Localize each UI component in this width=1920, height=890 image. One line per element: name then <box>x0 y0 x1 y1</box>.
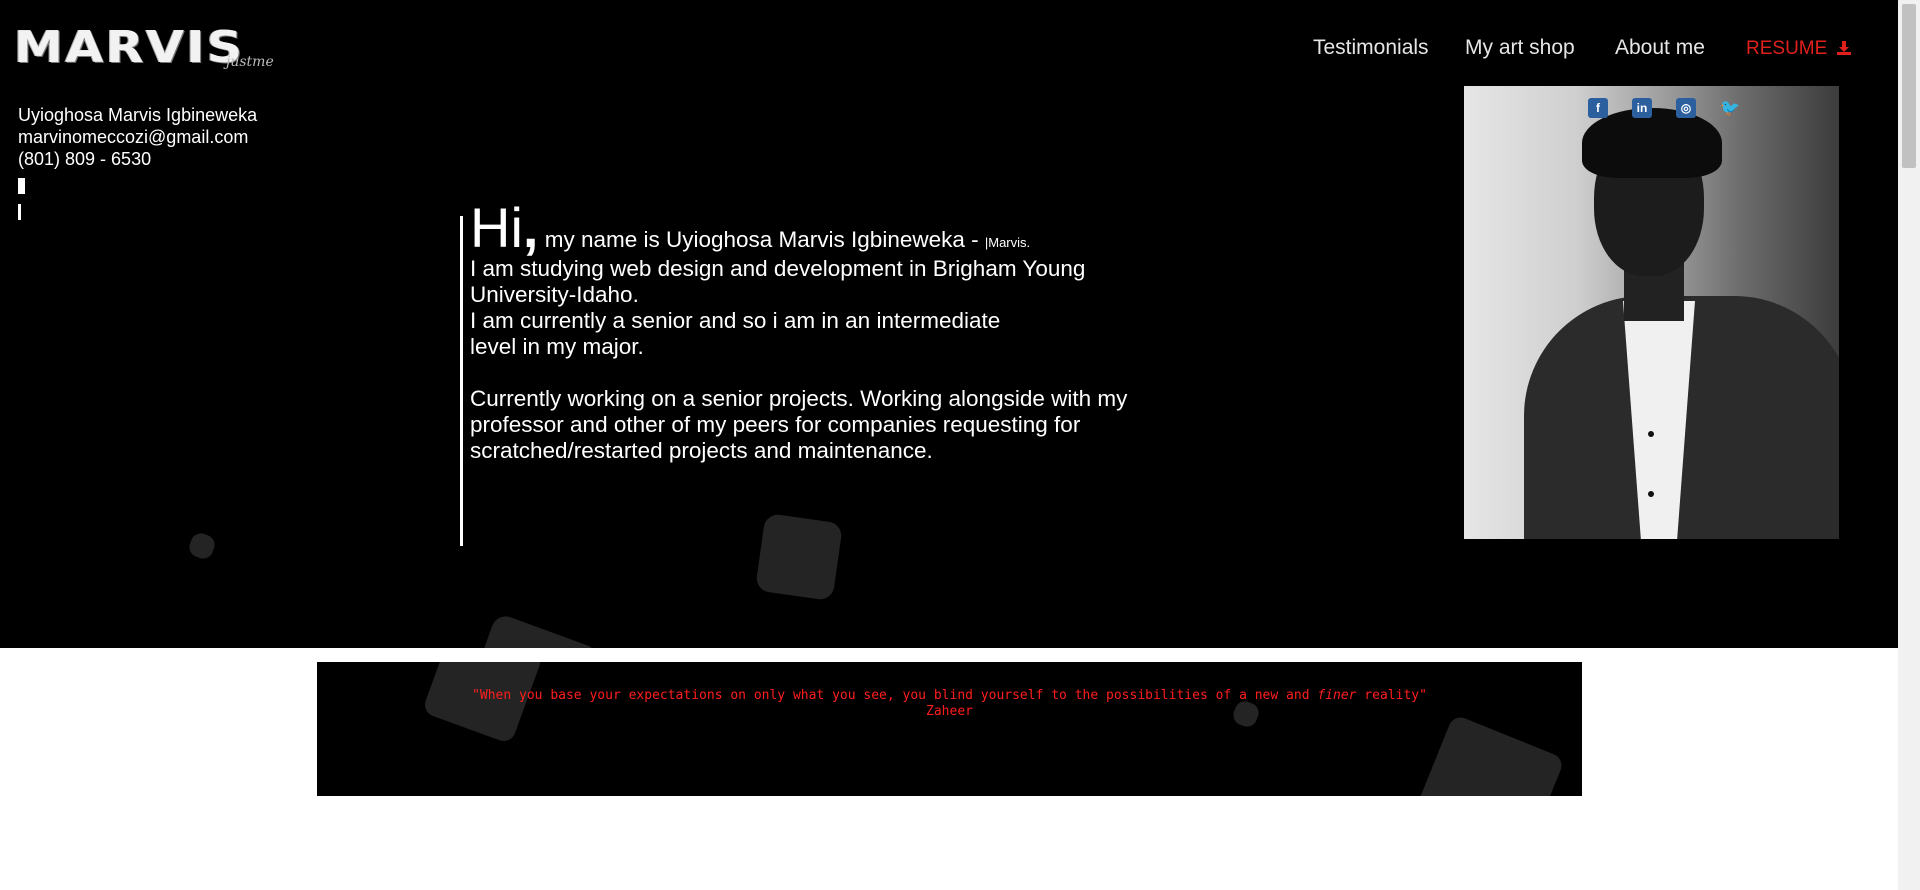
contact-info: Uyioghosa Marvis Igbineweka marvinomecco… <box>18 104 257 220</box>
decorative-shape <box>459 612 601 648</box>
scrollbar-thumb[interactable] <box>1902 4 1916 168</box>
photo-hair <box>1582 108 1722 178</box>
intro-line: I am studying web design and development… <box>470 256 1086 281</box>
profile-photo: f in ◎ 🐦 <box>1464 86 1839 539</box>
quote-section: "When you base your expectations on only… <box>317 662 1582 796</box>
main-nav: Testimonials My art shop About me RESUME <box>0 36 1898 66</box>
nav-about-me[interactable]: About me <box>1615 36 1705 60</box>
quote-author: Zaheer <box>926 704 973 719</box>
photo-stud <box>1648 431 1654 437</box>
contact-phone[interactable]: (801) 809 - 6530 <box>18 148 257 170</box>
download-icon <box>1836 41 1851 55</box>
intro-greeting: Hi, my name is Uyioghosa Marvis Igbinewe… <box>470 200 1210 256</box>
linkedin-icon[interactable]: in <box>1632 98 1652 118</box>
intro-line: level in my major. <box>470 334 644 359</box>
social-links: f in ◎ 🐦 <box>1588 98 1740 118</box>
intro-line: University-Idaho. <box>470 282 639 307</box>
quote-text: "When you base your expectations on only… <box>317 688 1582 720</box>
intro-line: I am currently a senior and so i am in a… <box>470 308 1001 333</box>
decorative-shape <box>186 530 218 562</box>
intro-line: professor and other of my peers for comp… <box>470 412 1081 437</box>
greeting-name: my name is Uyioghosa Marvis Igbineweka - <box>538 227 985 252</box>
instagram-icon[interactable]: ◎ <box>1676 98 1696 118</box>
intro-line: Currently working on a senior projects. … <box>470 386 1128 411</box>
contact-divider <box>18 178 25 194</box>
twitter-icon[interactable]: 🐦 <box>1720 98 1740 118</box>
nav-art-shop[interactable]: My art shop <box>1465 36 1575 60</box>
facebook-icon[interactable]: f <box>1588 98 1608 118</box>
greeting-comma: , <box>522 196 539 259</box>
contact-name: Uyioghosa Marvis Igbineweka <box>18 105 258 125</box>
quote-end: reality" <box>1356 688 1427 703</box>
decorative-shape <box>1408 713 1566 796</box>
page-scrollbar[interactable] <box>1898 0 1920 890</box>
intro-line: scratched/restarted projects and mainten… <box>470 438 933 463</box>
quote-emphasis: finer <box>1317 688 1357 703</box>
intro-text: Hi, my name is Uyioghosa Marvis Igbinewe… <box>470 200 1210 464</box>
photo-stud <box>1648 491 1654 497</box>
hero-section: MARVIS justme Uyioghosa Marvis Igbinewek… <box>0 0 1898 648</box>
quote-body: "When you base your expectations on only… <box>472 688 1318 703</box>
intro-accent-line <box>460 216 463 546</box>
greeting-nickname: |Marvis. <box>984 235 1031 250</box>
nav-testimonials[interactable]: Testimonials <box>1313 36 1429 60</box>
greeting-hi: Hi <box>470 196 523 259</box>
resume-button[interactable]: RESUME <box>1746 38 1852 60</box>
contact-divider <box>18 204 21 220</box>
resume-label: RESUME <box>1746 38 1828 59</box>
decorative-shape <box>754 512 844 602</box>
contact-email[interactable]: marvinomeccozi@gmail.com <box>18 126 257 148</box>
